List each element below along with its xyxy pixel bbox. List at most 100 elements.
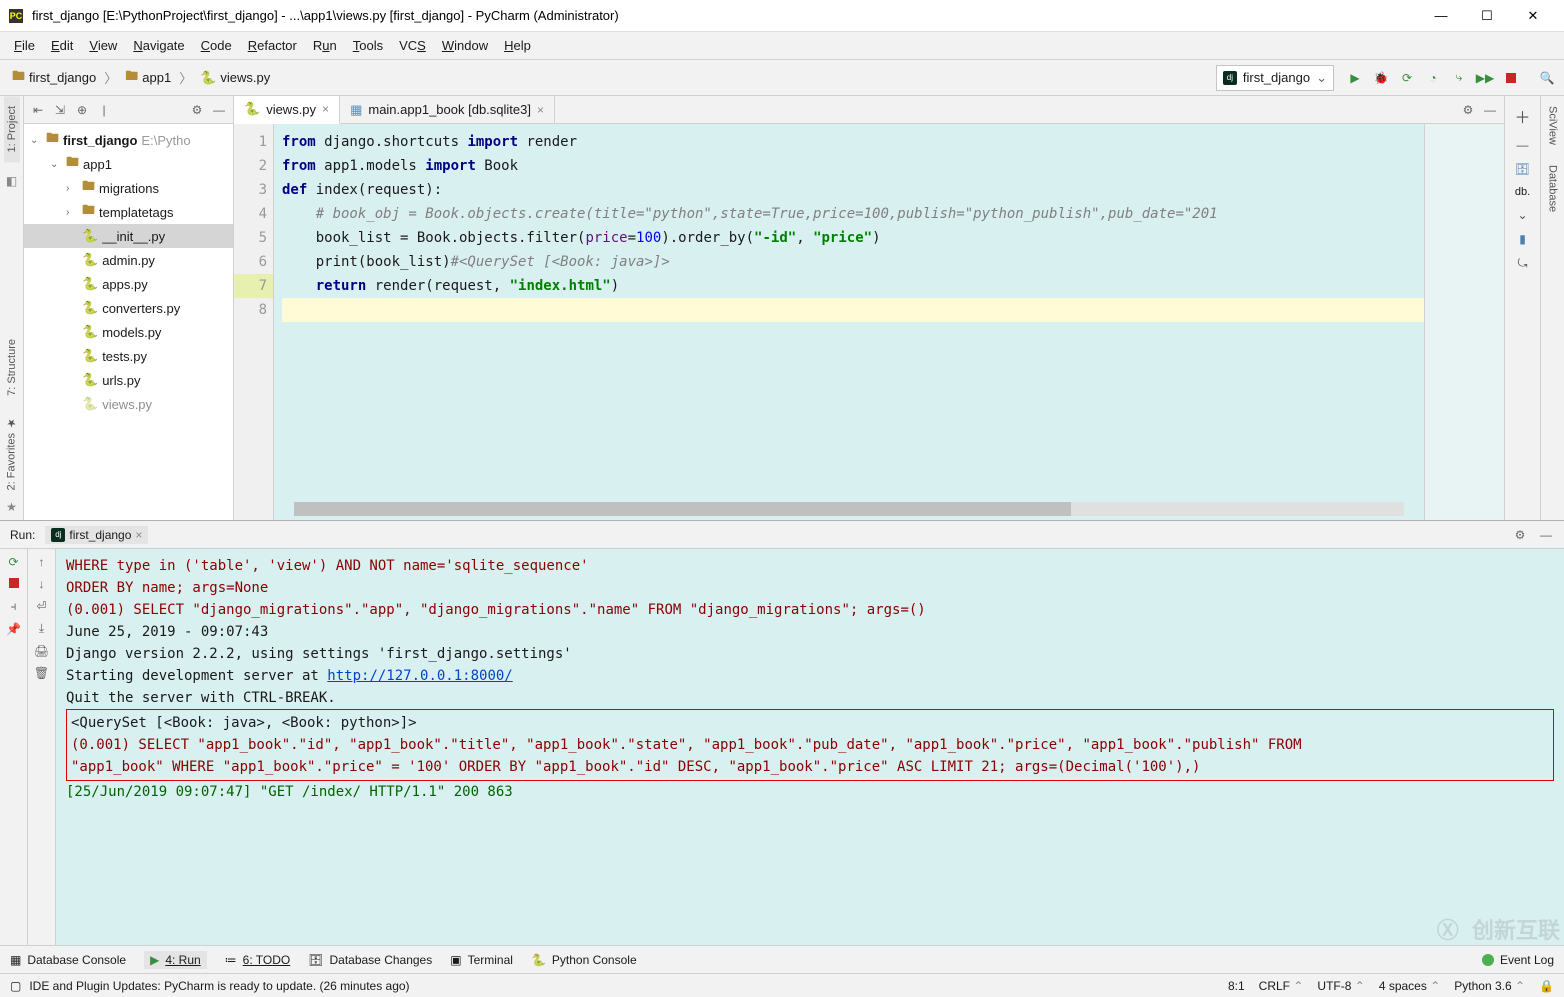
up-icon[interactable]: ↑ [39,555,45,569]
print-icon[interactable]: 🖨 [34,644,49,658]
chevron-right-icon[interactable]: › [66,183,78,194]
minimize-button[interactable]: — [1418,2,1464,30]
menu-vcs[interactable]: VCS [391,34,434,58]
gear-icon[interactable]: ⚙ [1512,527,1528,543]
tree-file[interactable]: 🐍apps.py [24,272,233,296]
file-encoding[interactable]: UTF-8 ⌃ [1317,979,1364,993]
tree-folder[interactable]: › 🖿 templatetags [24,200,233,224]
run-tab[interactable]: ▶ 4: Run [144,951,207,969]
stop-button[interactable] [1502,69,1520,87]
minimize-icon[interactable]: — [211,102,227,118]
tree-folder[interactable]: ⌄ 🖿 app1 [24,152,233,176]
database-console-tab[interactable]: ▦ Database Console [10,953,126,967]
menu-view[interactable]: View [81,34,125,58]
terminal-tab[interactable]: ▣ Terminal [450,953,513,967]
menu-window[interactable]: Window [434,34,496,58]
editor-minimap[interactable] [1424,124,1504,520]
editor-tab[interactable]: ▦ main.app1_book [db.sqlite3] × [340,96,555,124]
run-toolbar-primary: ⟳ ⫞ 📌 [0,549,28,945]
gear-icon[interactable]: ⚙ [1460,102,1476,118]
tree-folder[interactable]: › 🖿 migrations [24,176,233,200]
gear-icon[interactable]: ⚙ [189,102,205,118]
database-changes-tab[interactable]: 🗄 Database Changes [308,953,432,967]
menu-file[interactable]: File [6,34,43,58]
layout-icon[interactable]: ⫞ [10,599,16,614]
indent-setting[interactable]: 4 spaces ⌃ [1379,979,1440,993]
menu-tools[interactable]: Tools [345,34,391,58]
concurrency-button[interactable]: ⤷ [1450,69,1468,87]
search-everywhere-button[interactable]: 🔍 [1538,69,1556,87]
menu-refactor[interactable]: Refactor [240,34,305,58]
pin-icon[interactable]: 📌 [6,622,21,636]
expand-icon[interactable]: ⇲ [52,102,68,118]
python-console-tab[interactable]: 🐍 Python Console [531,953,637,967]
editor-tab[interactable]: 🐍 views.py × [234,96,340,124]
close-tab-icon[interactable]: × [322,102,329,116]
run-button[interactable]: ▶ [1346,69,1364,87]
menu-navigate[interactable]: Navigate [125,34,192,58]
chevron-down-icon[interactable]: ⌄ [30,135,42,146]
todo-tab[interactable]: ≔ 6: TODO [225,953,291,967]
menu-help[interactable]: Help [496,34,539,58]
close-icon[interactable]: × [135,528,142,542]
folder-icon[interactable]: ▮ [1519,232,1526,246]
bookmark-icon[interactable]: ◧ [6,174,17,188]
down-icon[interactable]: ↓ [39,577,45,591]
structure-tool-tab[interactable]: 7: Structure [4,329,20,406]
collapse-icon[interactable]: — [1517,138,1529,152]
project-tree[interactable]: ⌄ 🖿 first_django E:\Pytho ⌄ 🖿 app1 › 🖿 m… [24,124,233,520]
chevron-down-icon[interactable]: ⌄ [50,159,62,170]
chevron-down-icon[interactable]: ⌄ [1517,208,1527,222]
sciview-tool-tab[interactable]: SciView [1545,96,1561,155]
server-url-link[interactable]: http://127.0.0.1:8000/ [327,668,512,684]
profile-button[interactable]: ◔ [1424,69,1442,87]
tree-root[interactable]: ⌄ 🖿 first_django E:\Pytho [24,128,233,152]
tree-file[interactable]: 🐍views.py [24,392,233,416]
breadcrumb-item[interactable]: 🖿first_django [8,65,100,91]
project-tool-tab[interactable]: 1: Project [4,96,20,162]
line-separator[interactable]: CRLF ⌃ [1259,979,1304,993]
add-icon[interactable]: ＋ [1514,104,1530,128]
coverage-button[interactable]: ⟳ [1398,69,1416,87]
scroll-end-icon[interactable]: ⤓ [39,621,44,636]
stop-button[interactable] [9,577,19,591]
tree-file[interactable]: 🐍admin.py [24,248,233,272]
run-config-tab[interactable]: dj first_django × [45,526,148,544]
run-anything-button[interactable]: ▶▶ [1476,69,1494,87]
database-icon[interactable]: 🗄 [1515,162,1530,176]
tree-file[interactable]: 🐍 __init__.py [24,224,233,248]
python-interpreter[interactable]: Python 3.6 ⌃ [1454,979,1525,993]
menu-edit[interactable]: Edit [43,34,81,58]
tree-file[interactable]: 🐍tests.py [24,344,233,368]
debug-button[interactable]: 🐞 [1372,69,1390,87]
close-tab-icon[interactable]: × [537,103,544,117]
lock-icon[interactable]: 🔒 [1539,979,1554,993]
tree-file[interactable]: 🐍models.py [24,320,233,344]
run-console[interactable]: WHERE type in ('table', 'view') AND NOT … [56,549,1564,945]
tree-file[interactable]: 🐍urls.py [24,368,233,392]
minimize-icon[interactable]: — [1482,102,1498,118]
back-icon[interactable]: ⇤ [30,102,46,118]
locate-icon[interactable]: ⊕ [74,102,90,118]
menu-run[interactable]: Run [305,34,345,58]
cursor-position[interactable]: 8:1 [1228,979,1245,993]
tree-file[interactable]: 🐍converters.py [24,296,233,320]
maximize-button[interactable]: ☐ [1464,2,1510,30]
database-tool-tab[interactable]: Database [1545,155,1561,222]
breadcrumb-item[interactable]: 🖿app1 [121,65,175,91]
close-button[interactable]: ✕ [1510,2,1556,30]
favorites-tool-tab[interactable]: 2: Favorites★ [3,406,20,500]
horizontal-scrollbar[interactable] [294,502,1404,516]
chevron-right-icon[interactable]: › [66,207,78,218]
run-configuration-selector[interactable]: dj first_django ⌄ [1216,65,1334,91]
minimize-icon[interactable]: — [1538,527,1554,543]
status-icon[interactable]: ▢ [10,979,21,993]
refresh-icon[interactable]: ⤿ [1518,256,1528,271]
event-log-tab[interactable]: Event Log [1482,953,1554,967]
code-editor[interactable]: 12345678 from django.shortcuts import re… [234,124,1504,520]
breadcrumb-item[interactable]: 🐍views.py [196,68,274,88]
rerun-button[interactable]: ⟳ [8,555,18,569]
soft-wrap-icon[interactable]: ⏎ [36,599,46,613]
menu-code[interactable]: Code [193,34,240,58]
trash-icon[interactable]: 🗑 [34,666,49,680]
